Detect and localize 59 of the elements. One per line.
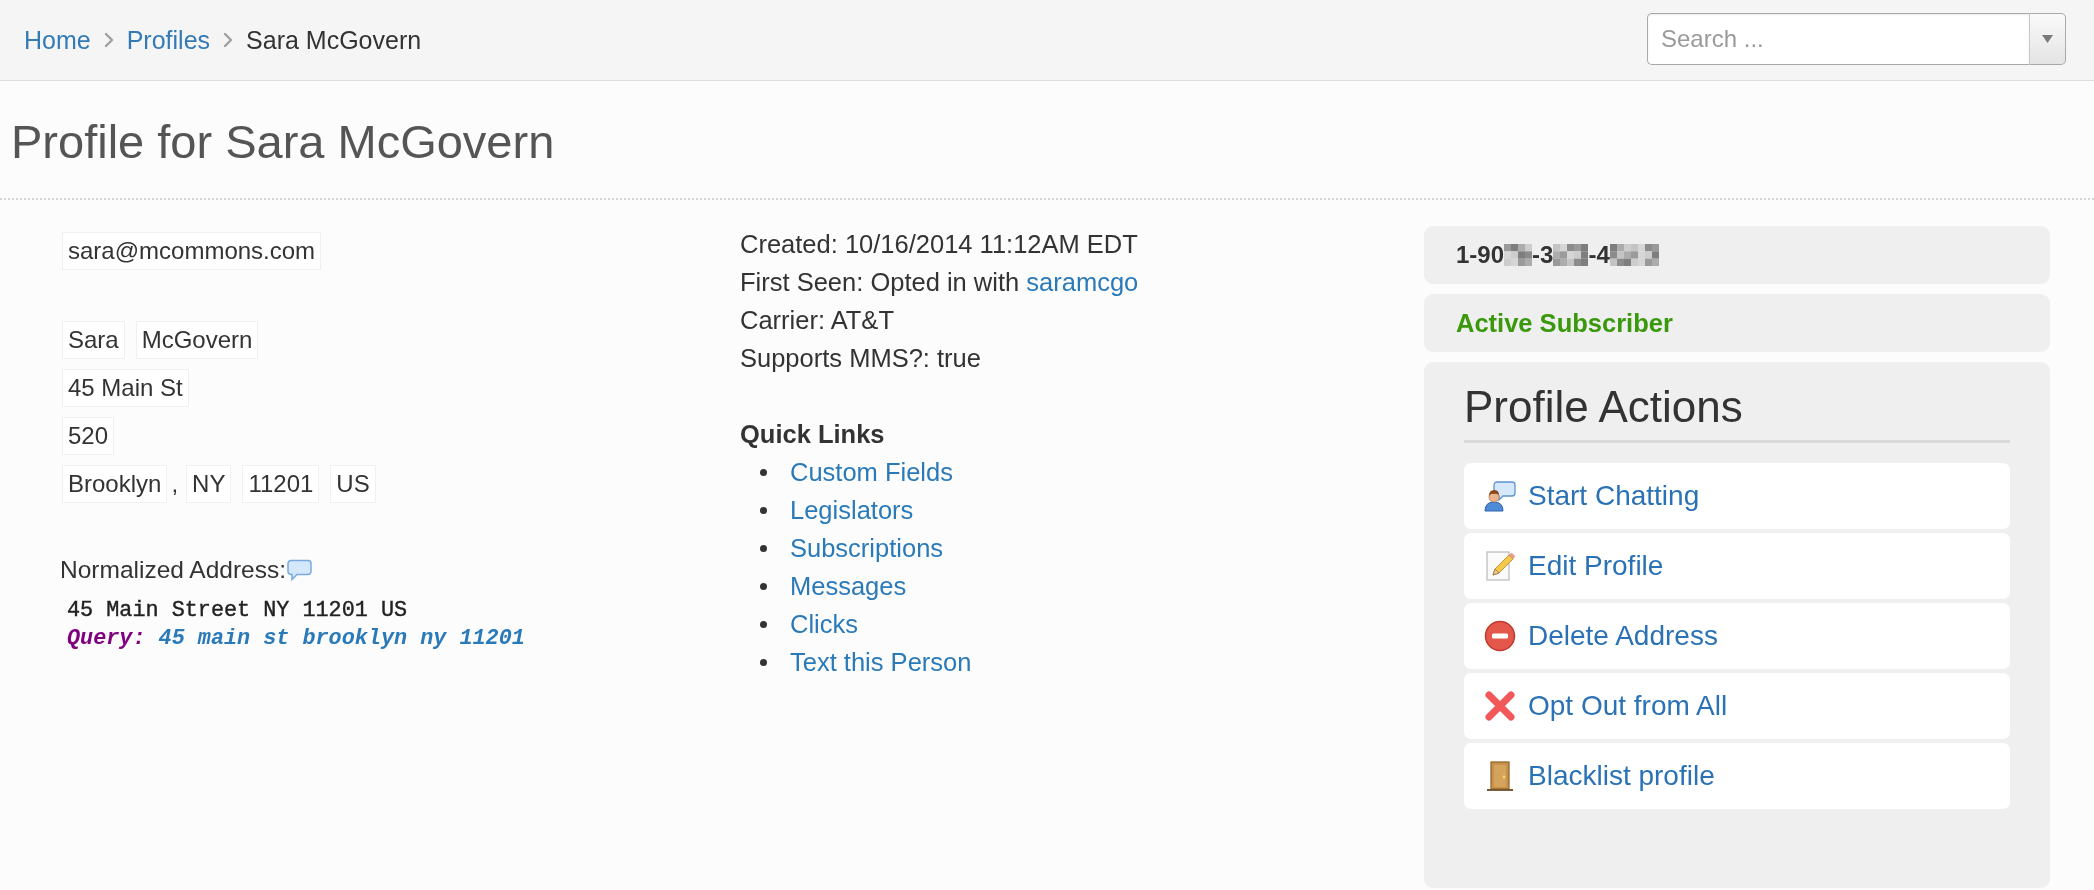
street-value: 45 Main St: [62, 369, 189, 407]
action-link[interactable]: Delete Address: [1464, 603, 2010, 669]
action-link[interactable]: Start Chatting: [1464, 463, 2010, 529]
speech-bubble-icon[interactable]: [287, 559, 313, 581]
detail-text: Created: 10/16/2014 11:12AM EDT: [740, 229, 1138, 260]
chevron-right-icon: [103, 32, 114, 48]
pencil-paper-icon: [1484, 550, 1516, 582]
bullet-icon: [760, 658, 767, 666]
search-input[interactable]: Search ...: [1647, 12, 2029, 65]
bullet-icon: [760, 468, 767, 476]
minus-circle-icon: [1484, 620, 1516, 652]
page-title: Profile for Sara McGovern: [11, 113, 555, 170]
email-value: sara@mcommons.com: [62, 232, 322, 270]
street-2-value: 520: [62, 417, 115, 455]
normalized-address-label: Normalized Address:: [60, 556, 287, 584]
last-name-value: McGovern: [135, 321, 259, 359]
dropdown-button[interactable]: [2029, 12, 2066, 65]
profile-actions-heading: Profile Actions: [1464, 382, 1743, 432]
normalized-address-text: 45 Main Street NY 11201 US: [67, 597, 408, 625]
subscriber-status-text: Active Subscriber: [1456, 308, 1673, 338]
phone-number-text: 1-90: [1456, 241, 1505, 269]
country-value: US: [330, 465, 376, 503]
chevron-right-icon: [223, 32, 234, 48]
action-link[interactable]: Blacklist profile: [1464, 743, 2010, 809]
quick-link[interactable]: Clicks: [790, 605, 858, 643]
quick-link[interactable]: Custom Fields: [790, 453, 953, 491]
action-link[interactable]: Opt Out from All: [1464, 673, 2010, 739]
bullet-icon: [760, 582, 767, 590]
keyword-link[interactable]: saramcgo: [1026, 268, 1139, 296]
caret-down-icon: [2042, 34, 2053, 43]
action-link[interactable]: Edit Profile: [1464, 533, 2010, 599]
breadcrumb-link[interactable]: Home: [24, 25, 91, 55]
bullet-icon: [760, 506, 767, 514]
phone-number-text: -3: [1532, 241, 1554, 269]
quick-link[interactable]: Subscriptions: [790, 529, 944, 567]
pixelated-block-icon: [1609, 244, 1659, 266]
breadcrumb-link[interactable]: Profiles: [126, 25, 211, 55]
city-value: Brooklyn: [62, 465, 168, 503]
detail-text: Supports MMS?: true: [740, 343, 981, 374]
bullet-icon: [760, 620, 767, 628]
postal-code-value: 11201: [242, 465, 320, 503]
first-name-value: Sara: [62, 321, 125, 359]
state-value: NY: [186, 465, 232, 503]
quick-link[interactable]: Text this Person: [790, 643, 972, 681]
door-icon: [1484, 760, 1516, 792]
comma-text: ,: [171, 470, 179, 498]
quick-link[interactable]: Legislators: [790, 491, 914, 529]
breadcrumb-current: Sara McGovern: [246, 25, 422, 55]
detail-text: First Seen: Opted in with saramcgo: [740, 267, 1139, 298]
pixelated-block-icon: [1553, 244, 1589, 266]
bullet-icon: [760, 544, 767, 552]
quick-links-heading: Quick Links: [740, 419, 885, 450]
pixelated-block-icon: [1504, 244, 1533, 266]
person-speech-bubble-icon: [1484, 480, 1516, 512]
query-text: Query: 45 main st brooklyn ny 11201: [67, 625, 525, 653]
x-mark-icon: [1484, 690, 1516, 722]
detail-text: Carrier: AT&T: [740, 305, 894, 336]
quick-link[interactable]: Messages: [790, 567, 907, 605]
phone-number-text: -4: [1588, 241, 1610, 269]
